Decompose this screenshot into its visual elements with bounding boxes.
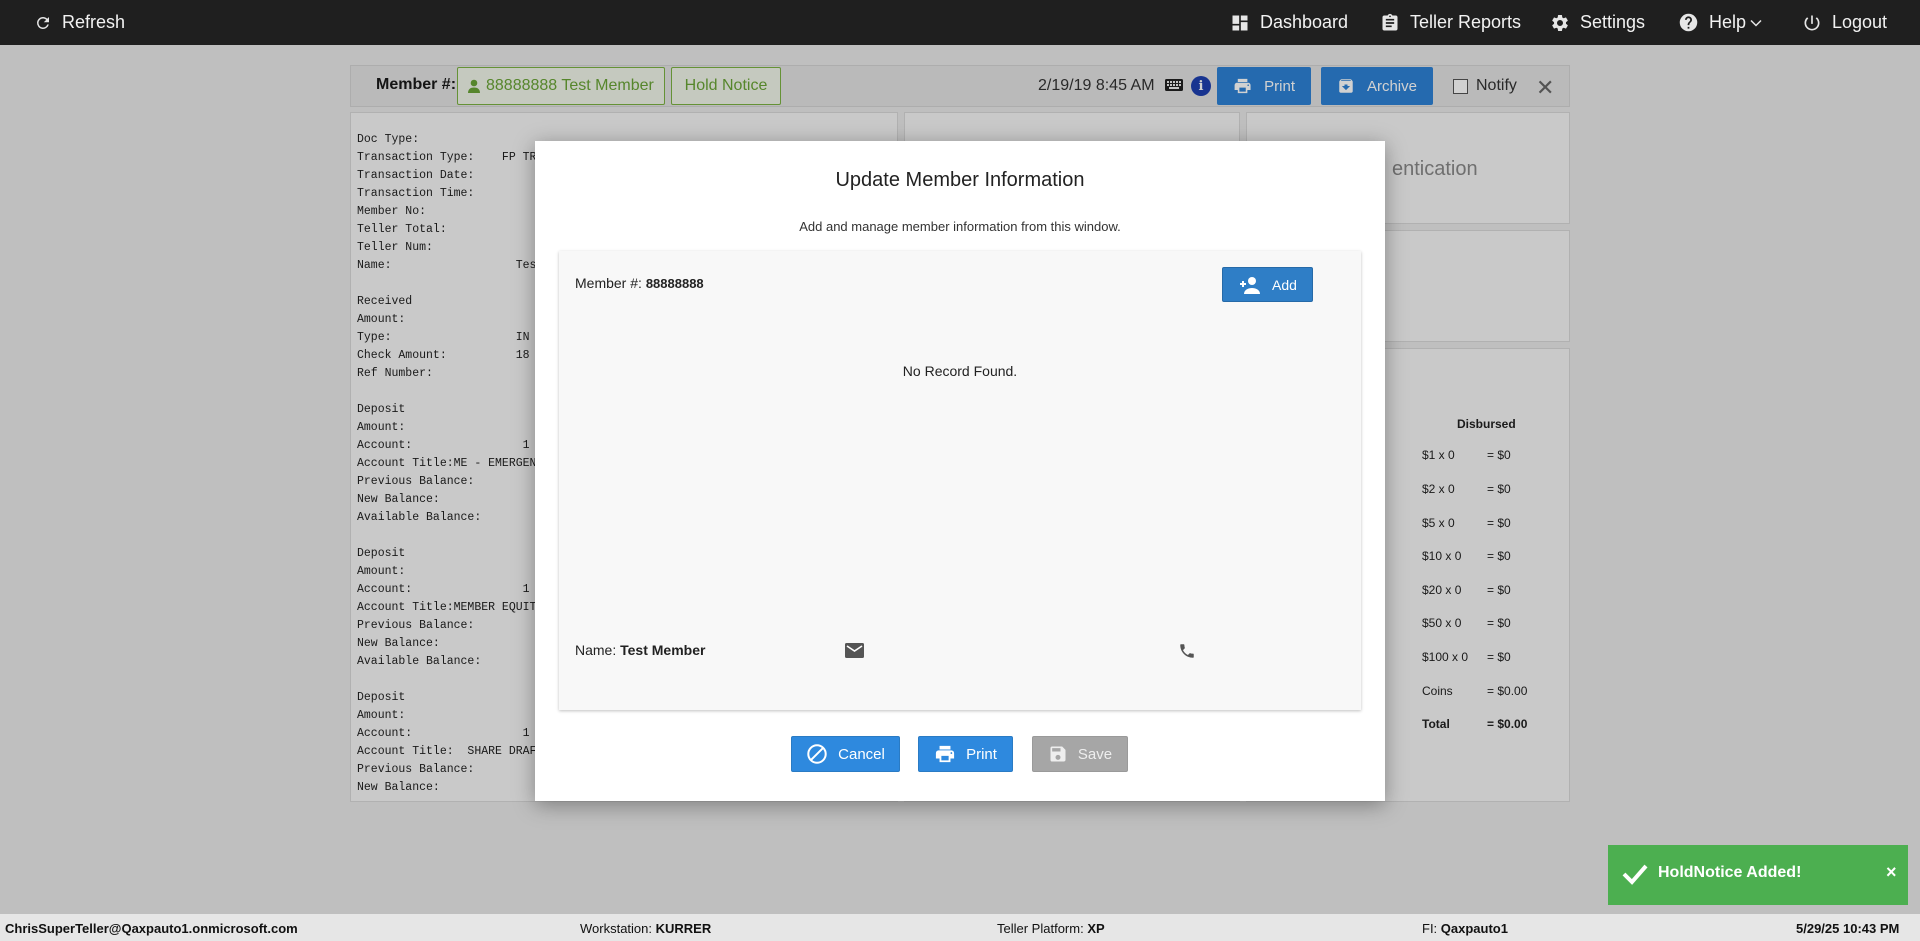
save-icon: [1050, 746, 1066, 762]
nav-teller-reports-label: Teller Reports: [1410, 12, 1522, 32]
status-user: ChrisSuperTeller@Qaxpauto1.onmicrosoft.c…: [5, 921, 298, 936]
toast-message: HoldNotice Added!: [1658, 864, 1802, 881]
modal-title: Update Member Information: [835, 169, 1085, 191]
modal-print-label: Print: [966, 745, 997, 763]
help-icon: [1679, 13, 1698, 32]
dashboard-icon: [1232, 15, 1248, 30]
nav-dashboard[interactable]: Dashboard: [1230, 0, 1348, 45]
card-name-value: Test Member: [620, 642, 706, 658]
card-member-number: Member #: 88888888: [575, 275, 704, 291]
nav-help-label: Help: [1709, 12, 1747, 32]
status-platform-value: XP: [1087, 921, 1105, 936]
cancel-button[interactable]: Cancel: [791, 736, 900, 772]
power-icon: [1804, 15, 1820, 30]
nav-dashboard-label: Dashboard: [1260, 12, 1349, 32]
no-record-message: No Record Found.: [902, 363, 1018, 379]
email-icon[interactable]: [845, 643, 864, 658]
clipboard-icon: [1382, 13, 1398, 31]
toast-close-button[interactable]: ×: [1886, 862, 1897, 883]
member-info-card: Member #: 88888888 Add No Record Found. …: [559, 251, 1361, 710]
top-navbar: Refresh Dashboard Teller Reports Setting…: [0, 0, 1920, 45]
refresh-icon: [37, 16, 49, 29]
card-name-label: Name:: [575, 642, 621, 658]
nav-help[interactable]: Help: [1678, 0, 1762, 45]
nav-settings[interactable]: Settings: [1550, 0, 1645, 45]
status-fi: FI: Qaxpauto1: [1422, 921, 1508, 936]
modal-print-button[interactable]: Print: [918, 736, 1013, 772]
nav-logout[interactable]: Logout: [1802, 0, 1887, 45]
status-workstation: Workstation: KURRER: [580, 921, 711, 936]
card-member-value: 88888888: [645, 276, 704, 291]
add-contact-button[interactable]: Add: [1222, 267, 1313, 302]
block-icon: [807, 744, 827, 764]
nav-logout-label: Logout: [1832, 12, 1888, 32]
status-fi-label: FI:: [1422, 921, 1441, 936]
add-person-icon: [1240, 276, 1261, 294]
modal-subtitle: Add and manage member information from t…: [799, 219, 1121, 234]
status-workstation-label: Workstation:: [580, 921, 656, 936]
card-name: Name: Test Member: [575, 642, 705, 658]
save-label: Save: [1077, 745, 1113, 763]
chevron-down-icon: [1750, 19, 1762, 27]
update-member-modal: Update Member Information Add and manage…: [535, 141, 1385, 801]
gear-icon: [1552, 14, 1568, 31]
status-bar: ChrisSuperTeller@Qaxpauto1.onmicrosoft.c…: [0, 914, 1920, 941]
refresh-button[interactable]: Refresh: [34, 0, 125, 45]
toast-notification: HoldNotice Added! ×: [1608, 845, 1908, 905]
status-datetime: 5/29/25 10:43 PM: [1796, 921, 1900, 936]
printer-icon: [935, 745, 955, 763]
status-platform: Teller Platform: XP: [997, 921, 1105, 936]
check-icon: [1622, 864, 1648, 885]
nav-teller-reports[interactable]: Teller Reports: [1380, 0, 1521, 45]
cancel-label: Cancel: [838, 745, 885, 763]
add-label: Add: [1272, 276, 1297, 293]
status-workstation-value: KURRER: [655, 921, 712, 936]
phone-icon[interactable]: [1178, 642, 1196, 660]
refresh-label: Refresh: [62, 12, 126, 32]
card-member-label: Member #:: [575, 275, 646, 291]
status-platform-label: Teller Platform:: [997, 921, 1088, 936]
status-fi-value: Qaxpauto1: [1440, 921, 1508, 936]
nav-settings-label: Settings: [1580, 12, 1646, 32]
save-button[interactable]: Save: [1032, 736, 1128, 772]
